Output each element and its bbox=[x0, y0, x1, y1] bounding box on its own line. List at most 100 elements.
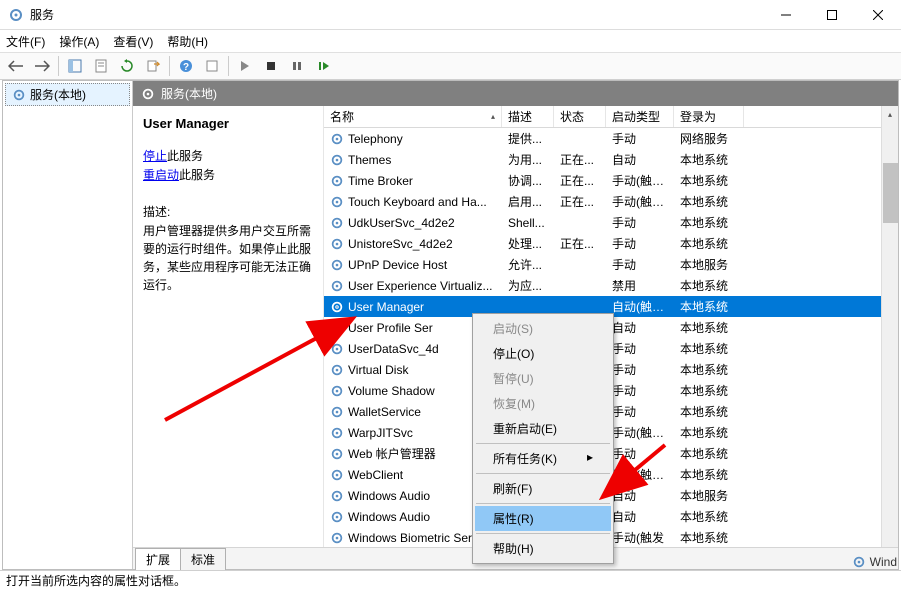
service-row[interactable]: Touch Keyboard and Ha...启用...正在...手动(触发.… bbox=[324, 191, 898, 212]
pause-service-button[interactable] bbox=[285, 55, 309, 77]
scroll-up-icon[interactable]: ▴ bbox=[882, 106, 899, 123]
service-row[interactable]: UdkUserSvc_4d2e2Shell...手动本地系统 bbox=[324, 212, 898, 233]
description-label: 描述: bbox=[143, 203, 313, 220]
menu-action[interactable]: 操作(A) bbox=[59, 33, 99, 50]
service-row[interactable]: Telephony 提供... 手动网络服务 bbox=[324, 128, 898, 149]
row-type: 自动 bbox=[606, 487, 674, 504]
row-logon: 本地系统 bbox=[674, 235, 744, 252]
row-type: 手动(触发... bbox=[606, 466, 674, 483]
row-logon: 本地服务 bbox=[674, 487, 744, 504]
col-status[interactable]: 状态 bbox=[554, 106, 606, 127]
scroll-thumb[interactable] bbox=[883, 163, 898, 223]
help2-button[interactable] bbox=[200, 55, 224, 77]
menu-restart[interactable]: 重新启动(E) bbox=[475, 416, 611, 441]
row-status: 正在... bbox=[554, 151, 606, 168]
export-button[interactable] bbox=[141, 55, 165, 77]
row-desc: 为应... bbox=[502, 277, 554, 294]
restart-suffix: 此服务 bbox=[179, 168, 215, 182]
service-row[interactable]: User Experience Virtualiz...为应...禁用本地系统 bbox=[324, 275, 898, 296]
row-type: 手动(触发... bbox=[606, 172, 674, 189]
row-logon: 本地系统 bbox=[674, 529, 744, 546]
row-name: Telephony bbox=[348, 132, 403, 146]
tree-pane: 服务(本地) bbox=[3, 81, 133, 569]
row-logon: 本地系统 bbox=[674, 508, 744, 525]
back-button[interactable] bbox=[4, 55, 28, 77]
close-button[interactable] bbox=[855, 0, 901, 30]
svg-text:?: ? bbox=[183, 62, 189, 73]
service-icon bbox=[330, 405, 344, 419]
context-menu: 启动(S) 停止(O) 暂停(U) 恢复(M) 重新启动(E) 所有任务(K)▸… bbox=[472, 313, 614, 564]
row-name: Time Broker bbox=[348, 174, 413, 188]
statusbar: 打开当前所选内容的属性对话框。 bbox=[0, 570, 901, 590]
tree-node-services-local[interactable]: 服务(本地) bbox=[5, 83, 130, 106]
detail-panel: User Manager 停止此服务 重启动此服务 描述: 用户管理器提供多用户… bbox=[133, 106, 323, 569]
row-type: 手动 bbox=[606, 361, 674, 378]
row-name: Virtual Disk bbox=[348, 363, 408, 377]
forward-button[interactable] bbox=[30, 55, 54, 77]
service-icon bbox=[330, 531, 344, 545]
row-logon: 本地系统 bbox=[674, 382, 744, 399]
service-row[interactable]: UnistoreSvc_4d2e2处理...正在...手动本地系统 bbox=[324, 233, 898, 254]
row-type: 手动 bbox=[606, 382, 674, 399]
service-icon bbox=[330, 216, 344, 230]
col-type[interactable]: 启动类型 bbox=[606, 106, 674, 127]
row-logon: 本地系统 bbox=[674, 319, 744, 336]
vertical-scrollbar[interactable]: ▴ ▾ bbox=[881, 106, 898, 569]
row-logon: 本地系统 bbox=[674, 466, 744, 483]
tree-node-label: 服务(本地) bbox=[30, 86, 86, 103]
row-type: 自动 bbox=[606, 151, 674, 168]
row-logon: 本地系统 bbox=[674, 403, 744, 420]
help-button[interactable]: ? bbox=[174, 55, 198, 77]
row-logon: 本地系统 bbox=[674, 193, 744, 210]
service-icon bbox=[330, 321, 344, 335]
stop-service-button[interactable] bbox=[259, 55, 283, 77]
row-type: 手动 bbox=[606, 445, 674, 462]
app-icon bbox=[8, 7, 24, 23]
row-type: 手动(触发... bbox=[606, 193, 674, 210]
service-row[interactable]: Themes为用...正在...自动本地系统 bbox=[324, 149, 898, 170]
stop-link[interactable]: 停止 bbox=[143, 149, 167, 163]
service-icon bbox=[330, 384, 344, 398]
menu-all-tasks[interactable]: 所有任务(K)▸ bbox=[475, 446, 611, 471]
col-logon[interactable]: 登录为 bbox=[674, 106, 744, 127]
menu-help[interactable]: 帮助(H) bbox=[167, 33, 208, 50]
start-service-button[interactable] bbox=[233, 55, 257, 77]
refresh-button[interactable] bbox=[115, 55, 139, 77]
stop-suffix: 此服务 bbox=[167, 149, 203, 163]
col-name[interactable]: 名称▴ bbox=[324, 106, 502, 127]
service-row[interactable]: Time Broker协调...正在...手动(触发...本地系统 bbox=[324, 170, 898, 191]
restart-link[interactable]: 重启动 bbox=[143, 168, 179, 182]
menu-refresh[interactable]: 刷新(F) bbox=[475, 476, 611, 501]
row-logon: 网络服务 bbox=[674, 130, 744, 147]
list-header: 名称▴ 描述 状态 启动类型 登录为 bbox=[324, 106, 898, 128]
row-name: Volume Shadow bbox=[348, 384, 435, 398]
row-type: 自动 bbox=[606, 319, 674, 336]
restart-service-button[interactable] bbox=[311, 55, 335, 77]
menu-stop[interactable]: 停止(O) bbox=[475, 341, 611, 366]
service-icon bbox=[330, 279, 344, 293]
row-name: UnistoreSvc_4d2e2 bbox=[348, 237, 453, 251]
menu-pause: 暂停(U) bbox=[475, 366, 611, 391]
menu-properties[interactable]: 属性(R) bbox=[475, 506, 611, 531]
service-icon bbox=[330, 426, 344, 440]
row-type: 自动 bbox=[606, 508, 674, 525]
menu-context-help[interactable]: 帮助(H) bbox=[475, 536, 611, 561]
col-desc[interactable]: 描述 bbox=[502, 106, 554, 127]
selected-service-name: User Manager bbox=[143, 116, 313, 131]
minimize-button[interactable] bbox=[763, 0, 809, 30]
maximize-button[interactable] bbox=[809, 0, 855, 30]
service-icon bbox=[330, 132, 344, 146]
show-hide-tree-button[interactable] bbox=[63, 55, 87, 77]
tab-extended[interactable]: 扩展 bbox=[135, 548, 181, 570]
row-type: 手动 bbox=[606, 130, 674, 147]
menu-file[interactable]: 文件(F) bbox=[6, 33, 45, 50]
window-title: 服务 bbox=[30, 6, 763, 23]
row-desc: 为用... bbox=[502, 151, 554, 168]
row-desc: 提供... bbox=[502, 130, 554, 147]
properties-button[interactable] bbox=[89, 55, 113, 77]
service-row[interactable]: UPnP Device Host允许...手动本地服务 bbox=[324, 254, 898, 275]
row-name: Windows Audio bbox=[348, 489, 430, 503]
row-name: User Manager bbox=[348, 300, 424, 314]
menu-view[interactable]: 查看(V) bbox=[113, 33, 153, 50]
tab-standard[interactable]: 标准 bbox=[180, 548, 226, 570]
